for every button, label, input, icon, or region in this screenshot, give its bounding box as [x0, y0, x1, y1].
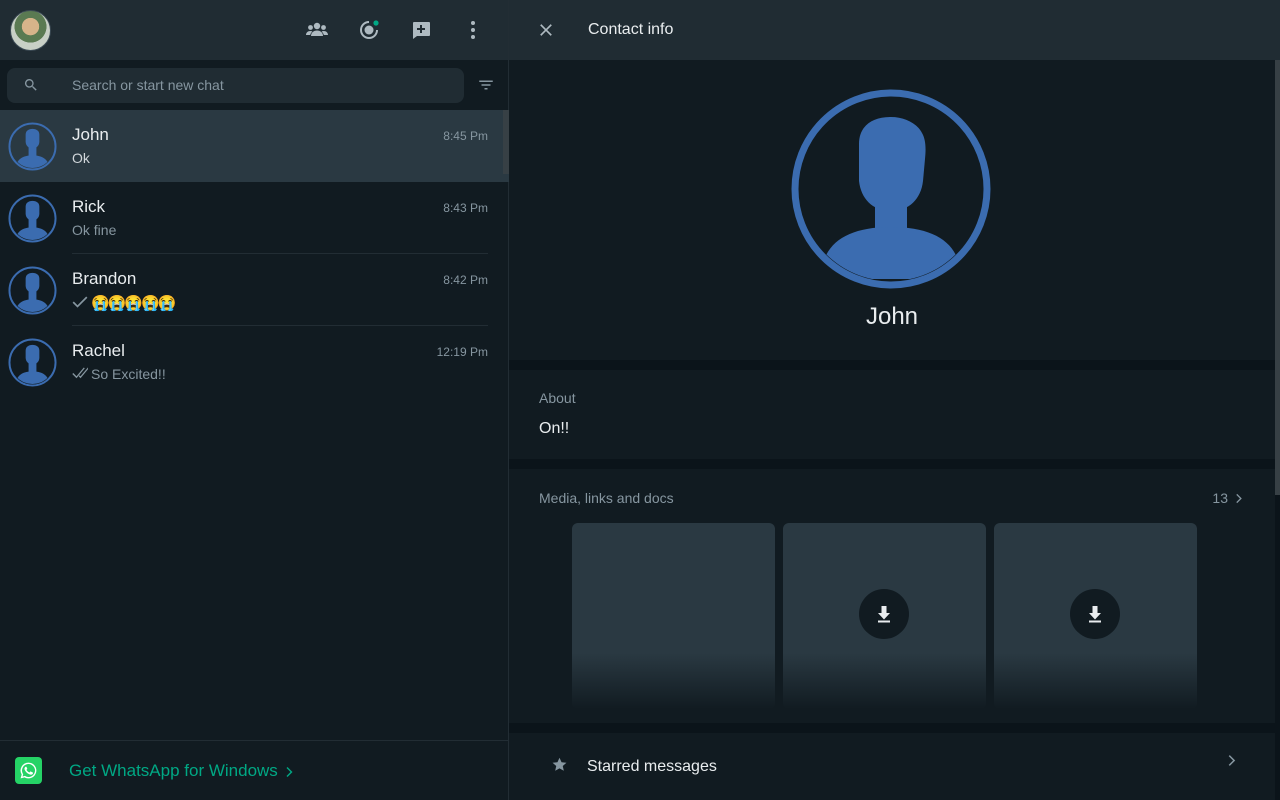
get-app-label: Get WhatsApp for Windows [69, 760, 278, 780]
chat-name: John [72, 125, 109, 144]
single-check-icon [72, 295, 88, 311]
menu-icon[interactable] [460, 17, 486, 43]
chevron-right-icon [1226, 754, 1239, 772]
chat-body: Rick 8:43 Pm Ok fine [72, 182, 488, 254]
chat-preview-text: Ok [72, 150, 90, 166]
contact-info-scrollbar[interactable] [1275, 60, 1280, 495]
download-icon[interactable] [1070, 589, 1120, 639]
starred-messages-label: Starred messages [587, 757, 717, 775]
media-label: Media, links and docs [539, 490, 674, 506]
chat-preview-text: Ok fine [72, 222, 117, 238]
chat-preview: Ok [72, 150, 90, 166]
star-icon [551, 756, 568, 778]
chat-preview: 😭😭😭😭😭 [72, 294, 176, 312]
media-thumbnail[interactable] [783, 523, 986, 709]
left-header [0, 0, 508, 60]
chevron-right-icon [284, 765, 296, 777]
contact-info-header: Contact info [509, 0, 1280, 60]
chat-body: Brandon 8:42 Pm 😭😭😭😭😭 [72, 254, 488, 326]
default-avatar-icon[interactable] [791, 89, 991, 289]
new-chat-icon[interactable] [408, 17, 434, 43]
default-avatar-icon [8, 337, 57, 387]
media-thumbnail[interactable] [572, 523, 775, 709]
contact-info-pane: Contact info John About On!! Media, link… [509, 0, 1280, 800]
whatsapp-web-app: John 8:45 Pm Ok Rick 8:43 Pm Ok fine Bra… [0, 0, 1280, 800]
whatsapp-logo-icon [15, 757, 42, 784]
header-icons [304, 17, 492, 43]
default-avatar-icon [8, 121, 57, 171]
chat-name: Rachel [72, 341, 125, 360]
chat-item-brandon[interactable]: Brandon 8:42 Pm 😭😭😭😭😭 [0, 254, 509, 326]
about-value: On!! [539, 420, 570, 437]
chat-list-pane: John 8:45 Pm Ok Rick 8:43 Pm Ok fine Bra… [0, 0, 509, 800]
chat-item-rachel[interactable]: Rachel 12:19 Pm So Excited!! [0, 326, 509, 398]
search-box[interactable] [7, 67, 465, 103]
chat-body: Rachel 12:19 Pm So Excited!! [72, 326, 488, 398]
filter-icon[interactable] [476, 75, 496, 95]
double-check-icon [72, 366, 89, 382]
media-thumbnail[interactable] [994, 523, 1197, 709]
download-icon[interactable] [859, 589, 909, 639]
get-whatsapp-for-windows-link[interactable]: Get WhatsApp for Windows [0, 740, 509, 800]
starred-messages-row[interactable]: Starred messages [509, 733, 1275, 800]
chat-item-john[interactable]: John 8:45 Pm Ok [0, 110, 509, 182]
default-avatar-icon [8, 193, 57, 243]
contact-name: John [865, 303, 919, 330]
search-row [0, 60, 508, 110]
chat-preview: So Excited!! [72, 366, 166, 382]
contact-info-title: Contact info [588, 21, 674, 38]
chat-item-rick[interactable]: Rick 8:43 Pm Ok fine [0, 182, 509, 254]
status-icon[interactable] [356, 17, 382, 43]
default-avatar-icon [8, 265, 57, 315]
media-section: Media, links and docs 13 [509, 469, 1275, 723]
profile-card: John [509, 60, 1275, 360]
chat-body: John 8:45 Pm Ok [72, 110, 488, 182]
my-profile-avatar[interactable] [10, 9, 51, 51]
chat-preview-text: 😭😭😭😭😭 [91, 295, 176, 312]
chat-preview-text: So Excited!! [91, 366, 166, 382]
chat-name: Brandon [72, 269, 137, 288]
about-section: About On!! [509, 370, 1275, 459]
chevron-right-icon [1236, 493, 1242, 503]
chat-time: 12:19 Pm [436, 345, 488, 359]
chat-time: 8:43 Pm [443, 201, 488, 215]
chat-time: 8:45 Pm [443, 129, 488, 143]
chat-name: Rick [72, 197, 106, 216]
search-icon [24, 79, 37, 91]
chat-list: John 8:45 Pm Ok Rick 8:43 Pm Ok fine Bra… [0, 110, 509, 398]
about-label: About [539, 390, 576, 406]
media-count-link[interactable]: 13 [1212, 490, 1245, 506]
chat-time: 8:42 Pm [443, 273, 488, 287]
chat-preview: Ok fine [72, 222, 116, 238]
search-input[interactable] [72, 77, 432, 93]
close-icon[interactable] [536, 20, 556, 40]
media-count: 13 [1212, 490, 1228, 506]
communities-icon[interactable] [304, 17, 330, 43]
